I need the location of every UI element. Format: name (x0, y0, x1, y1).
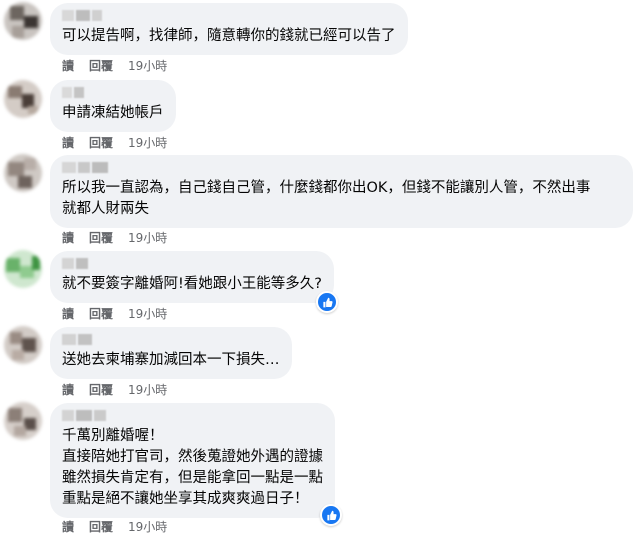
author-name-redacted[interactable] (62, 162, 621, 174)
reply-link[interactable]: 回覆 (89, 134, 113, 151)
comment-bubble: 申請凍結她帳戶 (50, 80, 176, 132)
read-link[interactable]: 讀 (62, 381, 74, 398)
timestamp[interactable]: 19小時 (128, 518, 167, 535)
avatar[interactable] (4, 402, 42, 440)
comment-actions: 讀 回覆 19小時 (62, 229, 167, 246)
read-link[interactable]: 讀 (62, 229, 74, 246)
reply-link[interactable]: 回覆 (89, 381, 113, 398)
comment-bubble: 所以我一直認為，自己錢自己管，什麼錢都你出OK，但錢不能讓別人管，不然出事 就都… (50, 155, 633, 228)
like-reaction-badge[interactable] (320, 504, 342, 526)
timestamp[interactable]: 19小時 (128, 305, 167, 322)
comment-2: 申請凍結她帳戶 讀 回覆 19小時 (0, 76, 639, 152)
comment-actions: 讀 回覆 19小時 (62, 381, 167, 398)
comment-text: 申請凍結她帳戶 (62, 105, 164, 121)
comment-bubble: 可以提告啊，找律師，隨意轉你的錢就已經可以告了 (50, 3, 408, 55)
comment-4: 就不要簽字離婚阿!看她跟小王能等多久? 讀 回覆 19小時 (0, 248, 639, 324)
avatar[interactable] (4, 250, 42, 288)
timestamp[interactable]: 19小時 (128, 134, 167, 151)
reply-link[interactable]: 回覆 (89, 57, 113, 74)
author-name-redacted[interactable] (62, 334, 280, 346)
thumbs-up-icon (326, 510, 337, 520)
comment-bubble: 千萬別離婚喔！ 直接陪她打官司，然後蒐證她外遇的證據 雖然損失肯定有，但是能拿回… (50, 403, 335, 518)
comment-text: 千萬別離婚喔！ 直接陪她打官司，然後蒐證她外遇的證據 雖然損失肯定有，但是能拿回… (62, 428, 323, 507)
read-link[interactable]: 讀 (62, 57, 74, 74)
comment-3: 所以我一直認為，自己錢自己管，什麼錢都你出OK，但錢不能讓別人管，不然出事 就都… (0, 152, 639, 248)
read-link[interactable]: 讀 (62, 134, 74, 151)
avatar[interactable] (4, 2, 42, 40)
timestamp[interactable]: 19小時 (128, 229, 167, 246)
like-reaction-badge[interactable] (316, 291, 338, 313)
author-name-redacted[interactable] (62, 410, 323, 422)
avatar[interactable] (4, 154, 42, 192)
reply-link[interactable]: 回覆 (89, 305, 113, 322)
avatar[interactable] (4, 80, 42, 118)
comment-text: 就不要簽字離婚阿!看她跟小王能等多久? (62, 276, 323, 292)
comment-actions: 讀 回覆 19小時 (62, 134, 167, 151)
comment-text: 送她去柬埔寨加減回本一下損失… (62, 352, 280, 368)
read-link[interactable]: 讀 (62, 305, 74, 322)
avatar[interactable] (4, 326, 42, 364)
author-name-redacted[interactable] (62, 10, 396, 22)
comment-actions: 讀 回覆 19小時 (62, 518, 167, 535)
reply-link[interactable]: 回覆 (89, 229, 113, 246)
comment-5: 送她去柬埔寨加減回本一下損失… 讀 回覆 19小時 (0, 324, 639, 400)
author-name-redacted[interactable] (62, 258, 322, 270)
author-name-redacted[interactable] (62, 87, 164, 99)
comment-bubble: 送她去柬埔寨加減回本一下損失… (50, 327, 292, 379)
comment-actions: 讀 回覆 19小時 (62, 305, 167, 322)
comment-6: 千萬別離婚喔！ 直接陪她打官司，然後蒐證她外遇的證據 雖然損失肯定有，但是能拿回… (0, 400, 639, 536)
thumbs-up-icon (322, 297, 333, 307)
reply-link[interactable]: 回覆 (89, 518, 113, 535)
comment-text: 所以我一直認為，自己錢自己管，什麼錢都你出OK，但錢不能讓別人管，不然出事 就都… (62, 180, 591, 217)
read-link[interactable]: 讀 (62, 518, 74, 535)
comment-1: 可以提告啊，找律師，隨意轉你的錢就已經可以告了 讀 回覆 19小時 (0, 0, 639, 76)
timestamp[interactable]: 19小時 (128, 57, 167, 74)
comment-actions: 讀 回覆 19小時 (62, 57, 167, 74)
comment-text: 可以提告啊，找律師，隨意轉你的錢就已經可以告了 (62, 28, 396, 44)
timestamp[interactable]: 19小時 (128, 381, 167, 398)
comment-bubble: 就不要簽字離婚阿!看她跟小王能等多久? (50, 251, 335, 303)
